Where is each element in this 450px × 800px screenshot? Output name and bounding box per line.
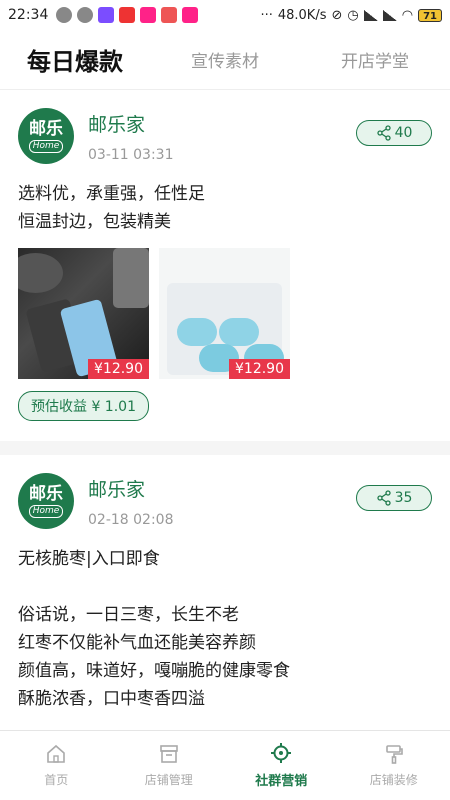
product-image[interactable]: ¥12.90 [18,248,149,379]
app-icon [161,7,178,23]
notification-icons [56,7,199,23]
share-button[interactable]: 35 [356,485,432,511]
tab-store-academy[interactable]: 开店学堂 [300,47,450,72]
share-button[interactable]: 40 [356,120,432,146]
post-card: 邮乐 Home 邮乐家 02-18 02:08 35 无核脆枣|入口即食 俗话说… [0,455,450,730]
post-card: 邮乐 Home 邮乐家 03-11 03:31 40 选料优，承重强，任性足 恒… [0,90,450,441]
wifi-icon: ◠ [401,7,414,23]
mute-icon: ⊘ [331,7,343,23]
net-speed: 48.0K/s [277,7,327,23]
home-icon [47,744,66,763]
signal-icon [363,9,378,21]
tab-promo-materials[interactable]: 宣传素材 [150,47,300,72]
signal-icon [382,9,397,21]
share-count: 40 [394,125,413,141]
status-bar: 22:34 ··· 48.0K/s ⊘ ◷ ◠ 71 [0,0,450,30]
shop-logo: 邮乐 Home [18,473,74,529]
post-text: 选料优，承重强，任性足 恒温封边，包装精美 [18,184,205,232]
alarm-icon: ◷ [347,7,359,23]
top-tabs: 每日爆款 宣传素材 开店学堂 [0,30,450,90]
app-icon [119,7,136,23]
nav-store-decoration[interactable]: 店铺装修 [338,731,450,800]
wechat-icon [77,7,94,23]
avatar-app-icon [140,7,157,23]
status-time: 22:34 [8,7,49,23]
battery-icon: 71 [418,8,442,22]
post-time: 02-18 02:08 [88,512,174,528]
nav-home[interactable]: 首页 [0,731,113,800]
video-app-icon [98,7,115,23]
share-icon [376,125,391,141]
product-image[interactable]: ¥12.90 [159,248,290,379]
wechat-icon [56,7,73,23]
estimated-earning-badge: 预估收益 ¥ 1.01 [18,391,149,421]
avatar-app-icon [182,7,199,23]
blue-roll-shape [219,318,259,346]
more-dots-icon: ··· [260,7,273,23]
share-count: 35 [394,490,413,506]
product-images: ¥12.90 ¥12.90 [18,248,432,379]
store-box-icon [159,745,178,763]
post-time: 03-11 03:31 [88,147,174,163]
dark-can-shape [113,248,149,308]
post-feed[interactable]: 邮乐 Home 邮乐家 03-11 03:31 40 选料优，承重强，任性足 恒… [0,90,450,730]
shop-logo: 邮乐 Home [18,108,74,164]
nav-store-management[interactable]: 店铺管理 [113,731,226,800]
tab-daily-hot[interactable]: 每日爆款 [0,42,150,77]
status-right: ··· 48.0K/s ⊘ ◷ ◠ 71 [260,8,442,23]
nav-community-marketing[interactable]: 社群营销 [225,731,338,800]
bottom-nav: 首页 店铺管理 社群营销 店铺装修 [0,730,450,800]
paint-roller-icon [385,745,403,764]
post-text: 无核脆枣|入口即食 俗话说，一日三枣，长生不老 红枣不仅能补气血还能美容养颜 颜… [18,549,290,709]
target-icon [271,743,292,763]
share-icon [376,490,391,506]
price-tag: ¥12.90 [88,359,149,379]
blue-roll-shape [177,318,217,346]
price-tag: ¥12.90 [229,359,290,379]
